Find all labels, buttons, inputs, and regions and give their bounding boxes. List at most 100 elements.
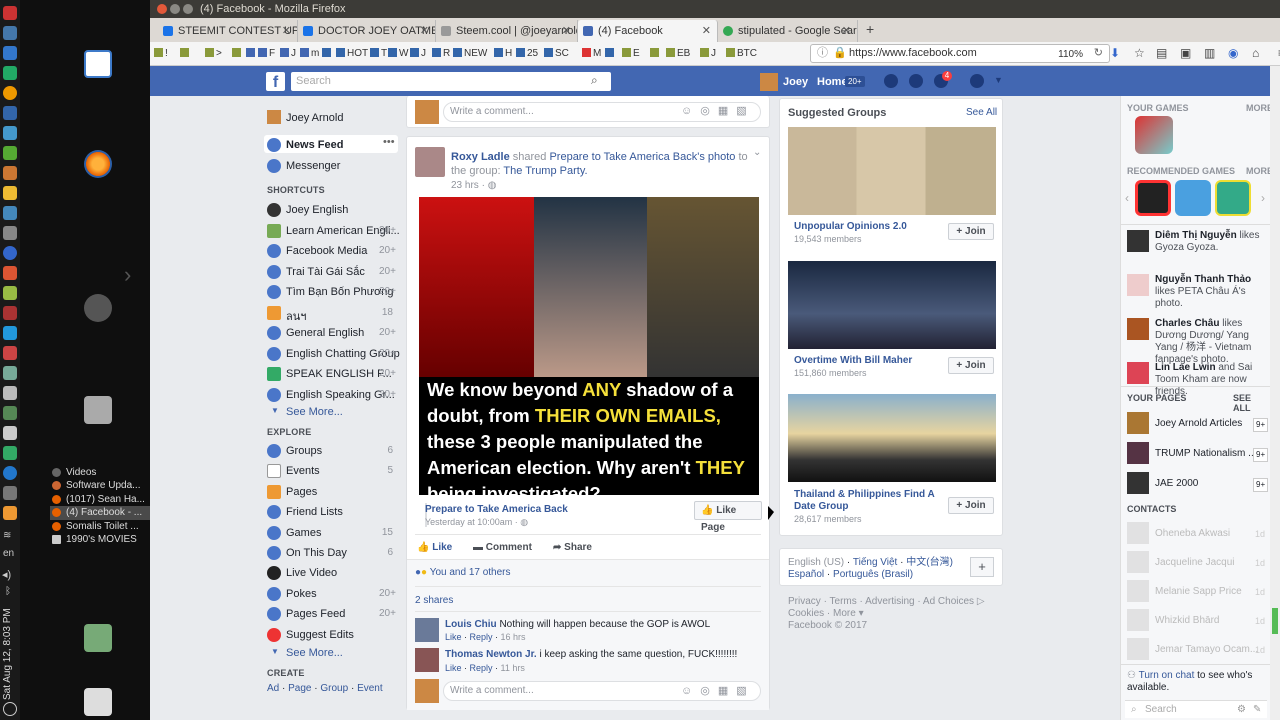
join-group-button[interactable]: + Join — [948, 497, 994, 514]
chevron-right-icon[interactable]: › — [1261, 191, 1265, 205]
help-icon[interactable] — [970, 74, 984, 88]
comment-reply-link[interactable]: Reply — [470, 632, 493, 642]
more-options-icon[interactable]: ••• — [383, 136, 395, 148]
author-name[interactable]: Roxy Ladle — [451, 151, 510, 163]
language-link[interactable]: Español — [788, 569, 824, 580]
contact-item[interactable]: Jemar Tamayo Ocam... — [1155, 644, 1258, 656]
turn-on-chat-link[interactable]: Turn on chat — [1139, 670, 1195, 681]
launcher-icon[interactable] — [3, 66, 17, 80]
home-link[interactable]: Home — [817, 76, 848, 88]
vlc-icon[interactable] — [3, 506, 17, 520]
bookmark[interactable] — [650, 48, 661, 60]
create-ad-link[interactable]: Ad — [267, 683, 279, 694]
power-icon[interactable] — [3, 702, 17, 716]
more-link[interactable]: MORE — [1246, 166, 1273, 176]
profile-link[interactable]: Joey Arnold — [286, 112, 343, 124]
launcher-icon[interactable] — [3, 306, 17, 320]
bookmark[interactable]: m — [300, 48, 319, 60]
contact-avatar[interactable] — [1127, 522, 1149, 544]
bookmark[interactable]: J — [410, 48, 426, 60]
settings-gear-icon[interactable]: ⚙ — [1237, 701, 1246, 719]
comment-like-link[interactable]: Like — [445, 632, 462, 642]
author-avatar[interactable] — [415, 147, 445, 177]
launcher-icon[interactable] — [3, 266, 17, 280]
avatar[interactable] — [267, 110, 281, 124]
page-item[interactable]: TRUMP Nationalism ... — [1155, 448, 1257, 460]
see-all-pages-link[interactable]: SEE ALL — [1233, 393, 1270, 413]
ticker-item[interactable]: Diêm Thị Nguyễn likes Gyoza Gyoza. — [1155, 230, 1267, 254]
friend-requests-icon[interactable] — [884, 74, 898, 88]
browser-tab[interactable]: stipulated - Google Search ✕ — [718, 20, 858, 42]
facebook-logo-icon[interactable]: f — [266, 72, 285, 91]
group-name[interactable]: Overtime With Bill Maher — [794, 355, 912, 366]
launcher-icon[interactable] — [3, 26, 17, 40]
comment-button[interactable]: ▬ Comment — [473, 542, 532, 553]
bookmark-star-icon[interactable]: ☆ — [1134, 46, 1145, 60]
launcher-icon[interactable] — [3, 186, 17, 200]
chevron-left-icon[interactable]: ‹ — [1125, 191, 1129, 205]
language-link[interactable]: 中文(台灣) — [906, 557, 953, 568]
bookmark[interactable]: SC — [544, 48, 569, 60]
bookmark[interactable]: J — [280, 48, 296, 60]
commenter-avatar[interactable] — [415, 618, 439, 642]
bee-game-icon[interactable] — [1175, 180, 1211, 216]
contact-item[interactable]: Whizkid Bhārd — [1155, 615, 1219, 627]
launcher-icon[interactable] — [3, 206, 17, 220]
bookmark[interactable]: E — [622, 48, 640, 60]
bookmark[interactable] — [322, 48, 333, 60]
page-item[interactable]: JAE 2000 — [1155, 478, 1198, 490]
shared-page-link[interactable]: Prepare to Take America Back — [549, 151, 697, 163]
footer-link[interactable]: Cookies — [788, 608, 824, 619]
launcher-icon[interactable] — [3, 6, 17, 20]
trash-icon[interactable] — [84, 688, 112, 716]
pocket-icon[interactable]: ◉ — [1228, 46, 1238, 60]
contact-avatar[interactable] — [1127, 580, 1149, 602]
like-page-button[interactable]: 👍 Like Page — [694, 501, 762, 533]
language-link[interactable]: Português (Brasil) — [833, 569, 913, 580]
browser-tab[interactable]: Steem.cool | @joeyarnold ✕ — [436, 20, 578, 42]
chevron-right-icon[interactable]: › — [124, 262, 131, 288]
launcher-icon[interactable] — [3, 406, 17, 420]
download-icon[interactable]: ⬇ — [1110, 46, 1120, 60]
bookmark[interactable] — [246, 48, 257, 60]
bookmark[interactable]: W — [388, 48, 408, 60]
launcher-icon[interactable] — [3, 126, 17, 140]
bookmark[interactable]: > — [205, 48, 222, 60]
contact-item[interactable]: Melanie Sapp Price — [1155, 586, 1242, 598]
window-item[interactable]: (4) Facebook - ... — [50, 506, 150, 520]
app-icon[interactable] — [84, 294, 112, 322]
extension-icon[interactable]: ▥ — [1204, 46, 1215, 60]
footer-link[interactable]: More — [833, 608, 856, 619]
close-window-button[interactable] — [157, 4, 167, 14]
reload-icon[interactable]: ↻ — [1094, 45, 1103, 62]
page-avatar[interactable] — [1127, 472, 1149, 494]
launcher-icon[interactable] — [3, 326, 17, 340]
contact-avatar[interactable] — [1127, 551, 1149, 573]
footer-link[interactable]: Terms — [830, 596, 857, 607]
facebook-search-input[interactable]: Search — [291, 72, 611, 91]
group-link[interactable]: The Trump Party. — [503, 165, 587, 177]
volume-icon[interactable]: ◂) — [2, 568, 11, 581]
join-group-button[interactable]: + Join — [948, 357, 994, 374]
page-avatar[interactable] — [1127, 412, 1149, 434]
keyboard-lang-indicator[interactable]: en — [3, 548, 14, 559]
bookmark[interactable] — [232, 48, 243, 60]
shared-image[interactable]: We know beyond ANY shadow of a doubt, fr… — [419, 197, 759, 495]
close-tab-icon[interactable]: ✕ — [420, 20, 429, 42]
contact-item[interactable]: Oheneba Akwasi — [1155, 528, 1230, 540]
ticker-avatar[interactable] — [1127, 274, 1149, 296]
group-name[interactable]: Unpopular Opinions 2.0 — [794, 221, 907, 232]
launcher-icon[interactable] — [3, 426, 17, 440]
document-icon[interactable] — [84, 50, 112, 78]
bluetooth-icon[interactable]: ᛒ — [5, 586, 11, 597]
launcher-icon[interactable] — [3, 386, 17, 400]
window-item[interactable]: 1990's MOVIES — [50, 533, 150, 546]
game-icon[interactable] — [1215, 180, 1251, 216]
chat-search-input[interactable]: ⌕ Search ⚙ ✎ — [1125, 700, 1267, 718]
firefox-icon[interactable] — [84, 150, 112, 178]
screenshot-icon[interactable]: ▣ — [1180, 46, 1191, 60]
bookmark[interactable]: EB — [666, 48, 690, 60]
see-all-link[interactable]: See All — [966, 107, 997, 118]
more-link[interactable]: MORE — [1246, 103, 1273, 113]
page-scrollbar[interactable] — [1270, 66, 1280, 720]
